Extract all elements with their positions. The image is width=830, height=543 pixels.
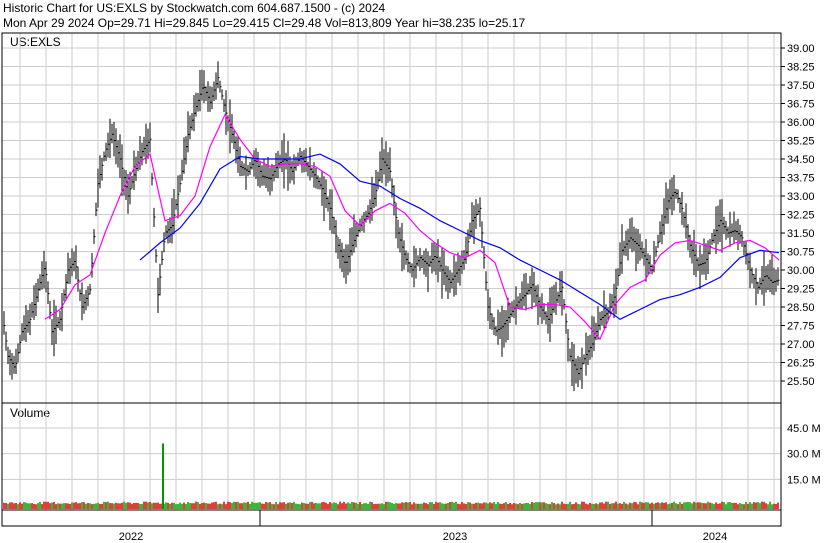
volume-grid — [2, 403, 781, 510]
short-moving-average-line — [44, 113, 780, 341]
stock-chart: 39.00 38.25 37.50 36.75 36.00 35.25 34.50 33.75… — [1, 32, 821, 543]
price-tick-label: 28.50 — [787, 302, 815, 314]
volume-tick-label: 30.0 M — [787, 449, 821, 461]
price-tick-label: 26.25 — [787, 358, 815, 370]
price-tick-label: 30.75 — [787, 247, 815, 259]
volume-tick-label: 45.0 M — [787, 423, 821, 435]
price-tick-label: 39.00 — [787, 43, 815, 55]
price-tick-label: 37.50 — [787, 80, 815, 92]
price-tick-label: 36.75 — [787, 99, 815, 111]
price-tick-label: 25.50 — [787, 376, 815, 388]
price-tick-label: 27.75 — [787, 321, 815, 333]
year-label: 2022 — [119, 531, 143, 543]
price-tick-label: 27.00 — [787, 339, 815, 351]
price-tick-label: 33.00 — [787, 191, 815, 203]
price-tick-label: 30.00 — [787, 265, 815, 277]
date-axis-frame — [1, 509, 782, 527]
price-tick-label: 35.25 — [787, 136, 815, 148]
price-tick-label: 32.25 — [787, 210, 815, 222]
price-tick-label: 29.25 — [787, 284, 815, 296]
volume-tick-label: 15.0 M — [787, 474, 821, 486]
price-tick-label: 33.75 — [787, 173, 815, 185]
volume-panel-frame — [1, 402, 782, 511]
price-tick-label: 36.00 — [787, 117, 815, 129]
price-tick-label: 31.50 — [787, 228, 815, 240]
price-lines — [44, 113, 780, 341]
year-label: 2023 — [443, 531, 467, 543]
year-label: 2024 — [703, 531, 727, 543]
long-moving-average-line — [139, 153, 780, 320]
price-tick-label: 38.25 — [787, 62, 815, 74]
price-tick-label: 34.50 — [787, 154, 815, 166]
price-bars — [3, 61, 780, 392]
